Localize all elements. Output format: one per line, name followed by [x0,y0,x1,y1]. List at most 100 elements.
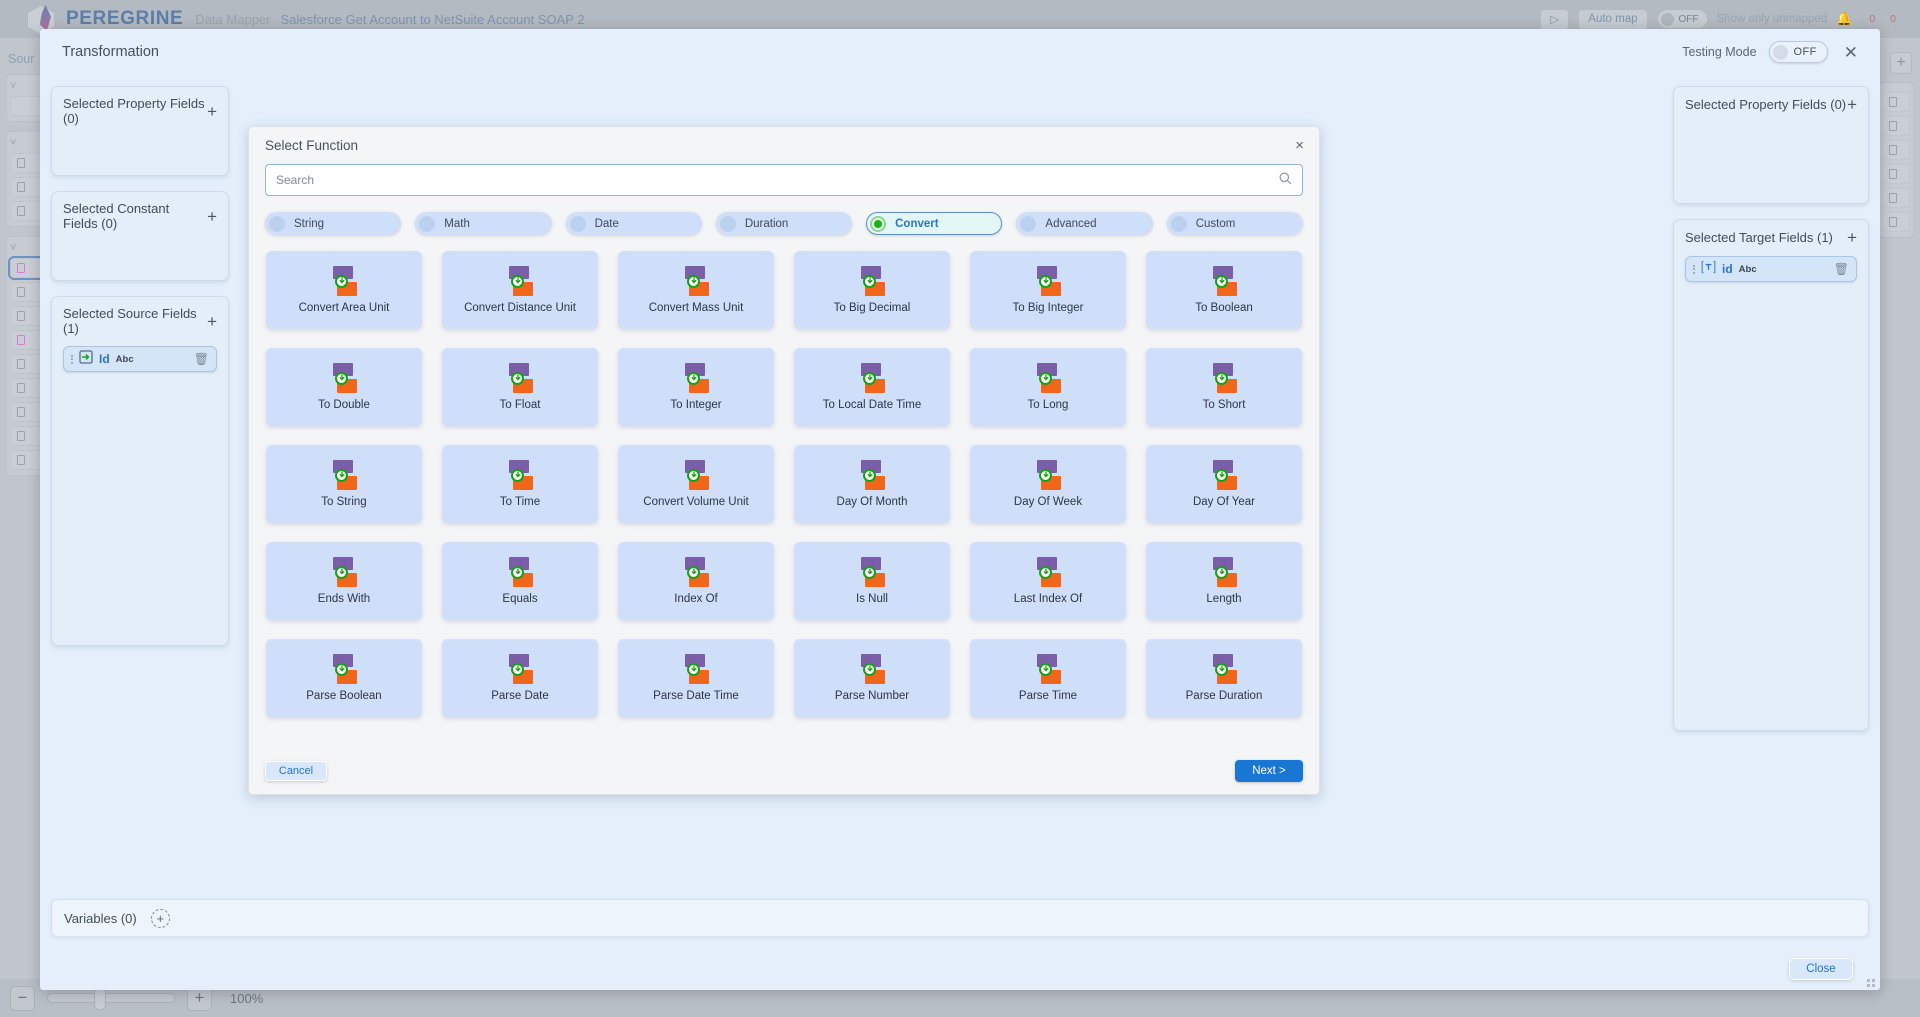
drag-handle-icon[interactable] [1693,264,1695,274]
plus-icon[interactable]: + [207,313,217,330]
function-card[interactable]: Day Of Month [794,445,950,523]
function-card[interactable]: Length [1146,542,1302,620]
function-card[interactable]: To Big Integer [970,251,1126,329]
function-card[interactable]: Day Of Week [970,445,1126,523]
function-card[interactable]: Convert Mass Unit [618,251,774,329]
radio-icon[interactable] [269,215,285,232]
tree-row[interactable] [1882,164,1910,184]
category-pill-convert[interactable]: Convert [866,212,1003,235]
function-card[interactable]: To Short [1146,348,1302,426]
function-card-label: Parse Number [834,689,910,702]
tree-row[interactable] [10,354,44,374]
tree-row[interactable] [10,177,44,197]
function-card[interactable]: To Local Date Time [794,348,950,426]
testing-mode-toggle[interactable]: OFF [1768,41,1828,63]
tree-row[interactable] [10,306,44,326]
function-card[interactable]: To Integer [618,348,774,426]
function-card[interactable]: Convert Area Unit [266,251,422,329]
function-card[interactable]: Parse Number [794,639,950,717]
function-card[interactable]: To Boolean [1146,251,1302,329]
function-card[interactable]: Ends With [266,542,422,620]
trash-icon[interactable]: 🗑 [194,352,209,366]
radio-icon[interactable] [419,215,436,232]
function-card[interactable]: Is Null [794,542,950,620]
source-field-chip[interactable]: Id Abc 🗑 [63,346,217,372]
plus-icon[interactable]: + [207,208,217,225]
tree-row[interactable] [1882,140,1910,160]
category-pill-duration[interactable]: Duration [715,212,853,235]
next-button[interactable]: Next > [1235,760,1303,782]
tree-row[interactable] [1882,188,1910,208]
zoom-out-button[interactable]: − [10,985,35,1011]
tree-row[interactable] [1882,116,1910,136]
function-card[interactable]: To String [266,445,422,523]
testing-mode-state: OFF [1793,46,1817,58]
plus-circle-icon[interactable]: + [150,908,170,928]
category-pill-date[interactable]: Date [565,212,702,235]
tree-row[interactable] [10,153,44,173]
category-pill-advanced[interactable]: Advanced [1016,212,1153,235]
tree-row[interactable] [10,201,44,221]
show-unmapped-toggle[interactable]: OFF [1656,9,1708,29]
tree-row-selected[interactable] [8,256,46,280]
function-card[interactable]: To Time [442,445,598,523]
radio-icon[interactable] [719,215,736,232]
function-card[interactable]: Index Of [618,542,774,620]
function-card-label: To Boolean [1195,301,1253,314]
panel-selected-source-fields: Selected Source Fields (1) + Id Abc 🗑 [51,296,229,646]
bell-icon[interactable]: 🔔 [1836,11,1852,27]
zoom-slider-thumb[interactable] [94,988,106,1010]
radio-icon[interactable] [870,215,887,232]
tree-row[interactable] [10,426,44,446]
plus-icon[interactable]: + [1847,229,1857,246]
category-pill-custom[interactable]: Custom [1166,212,1303,235]
function-card[interactable]: Parse Time [970,639,1126,717]
category-pill-math[interactable]: Math [415,212,552,235]
zoom-slider[interactable] [47,988,175,1010]
function-card[interactable]: To Double [266,348,422,426]
search-icon[interactable] [1279,172,1292,188]
function-card[interactable]: Day Of Year [1146,445,1302,523]
close-icon[interactable]: ✕ [1840,42,1862,63]
function-card[interactable]: Parse Date Time [618,639,774,717]
auto-map-button[interactable]: Auto map [1578,8,1648,30]
tree-row[interactable] [10,282,44,302]
search-box[interactable] [265,164,1303,196]
tree-row[interactable] [10,96,44,116]
drag-handle-icon[interactable] [71,354,73,364]
run-button[interactable]: ▷ [1540,8,1570,30]
trash-icon[interactable]: 🗑 [1834,262,1849,276]
close-icon[interactable]: × [1295,138,1304,153]
close-button[interactable]: Close [1789,958,1853,980]
function-card[interactable]: Parse Duration [1146,639,1302,717]
function-card[interactable]: Convert Volume Unit [618,445,774,523]
search-input[interactable] [276,173,1279,187]
radio-icon[interactable] [569,215,586,232]
radio-icon[interactable] [1170,215,1187,232]
app-project-name: Salesforce Get Account to NetSuite Accou… [280,11,585,27]
tree-group[interactable] [1878,82,1914,238]
tree-row[interactable] [10,330,44,350]
function-card[interactable]: Parse Boolean [266,639,422,717]
function-card[interactable]: To Big Decimal [794,251,950,329]
function-card[interactable]: To Float [442,348,598,426]
source-field-name: Id [99,352,110,366]
plus-icon[interactable]: + [207,103,217,120]
target-field-chip[interactable]: id Abc 🗑 [1685,256,1857,282]
category-pill-string[interactable]: String [265,212,402,235]
radio-icon[interactable] [1020,215,1037,232]
tree-row[interactable] [10,378,44,398]
tree-row[interactable] [10,450,44,470]
tree-row[interactable] [1882,212,1910,232]
function-card[interactable]: Convert Distance Unit [442,251,598,329]
function-card[interactable]: Last Index Of [970,542,1126,620]
function-card[interactable]: Parse Date [442,639,598,717]
add-target-button[interactable]: + [1890,52,1912,74]
function-card[interactable]: Equals [442,542,598,620]
tree-row[interactable] [1882,92,1910,112]
plus-icon[interactable]: + [1847,96,1857,113]
resize-handle[interactable] [1867,979,1875,987]
cancel-button[interactable]: Cancel [265,761,327,781]
tree-row[interactable] [10,402,44,422]
function-card[interactable]: To Long [970,348,1126,426]
